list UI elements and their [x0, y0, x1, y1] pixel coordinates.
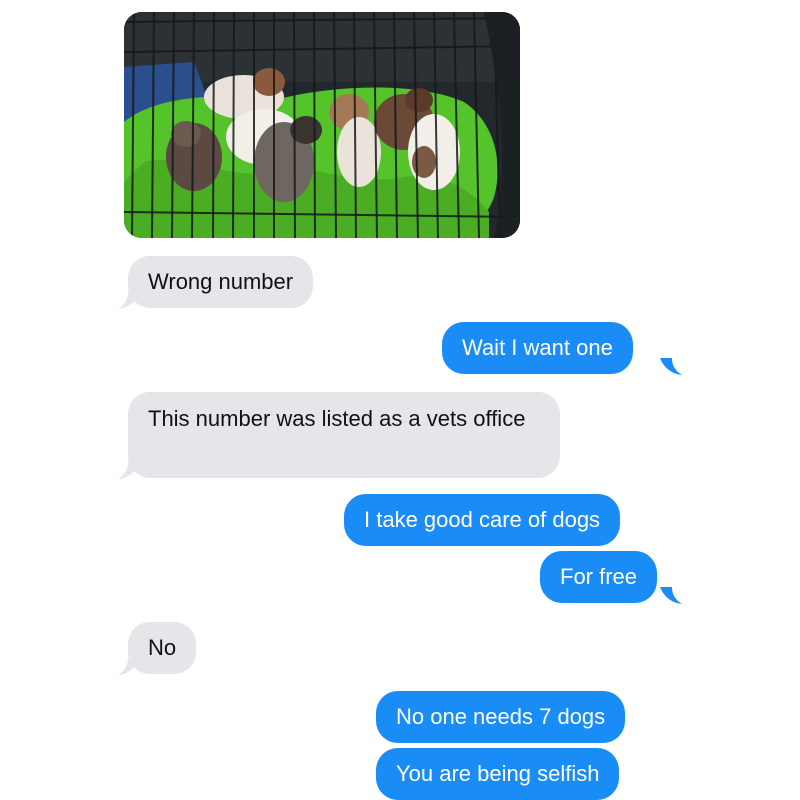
incoming-bubble-tail [118, 292, 140, 310]
outgoing-message[interactable]: You are being selfish [376, 748, 620, 800]
outgoing-bubble-tail [660, 587, 682, 605]
photo-message[interactable] [124, 12, 520, 238]
incoming-bubble-tail [118, 658, 140, 676]
incoming-message[interactable]: This number was listed as a vets office [128, 392, 560, 478]
incoming-message[interactable]: Wrong number [128, 256, 314, 308]
outgoing-bubble-tail [660, 358, 682, 376]
outgoing-message[interactable]: I take good care of dogs [344, 494, 621, 546]
outgoing-message[interactable]: No one needs 7 dogs [376, 691, 626, 743]
puppies-in-crate-photo [124, 12, 520, 238]
outgoing-message[interactable]: For free [540, 551, 658, 603]
incoming-bubble-tail [118, 462, 140, 480]
outgoing-message[interactable]: Wait I want one [442, 322, 633, 374]
